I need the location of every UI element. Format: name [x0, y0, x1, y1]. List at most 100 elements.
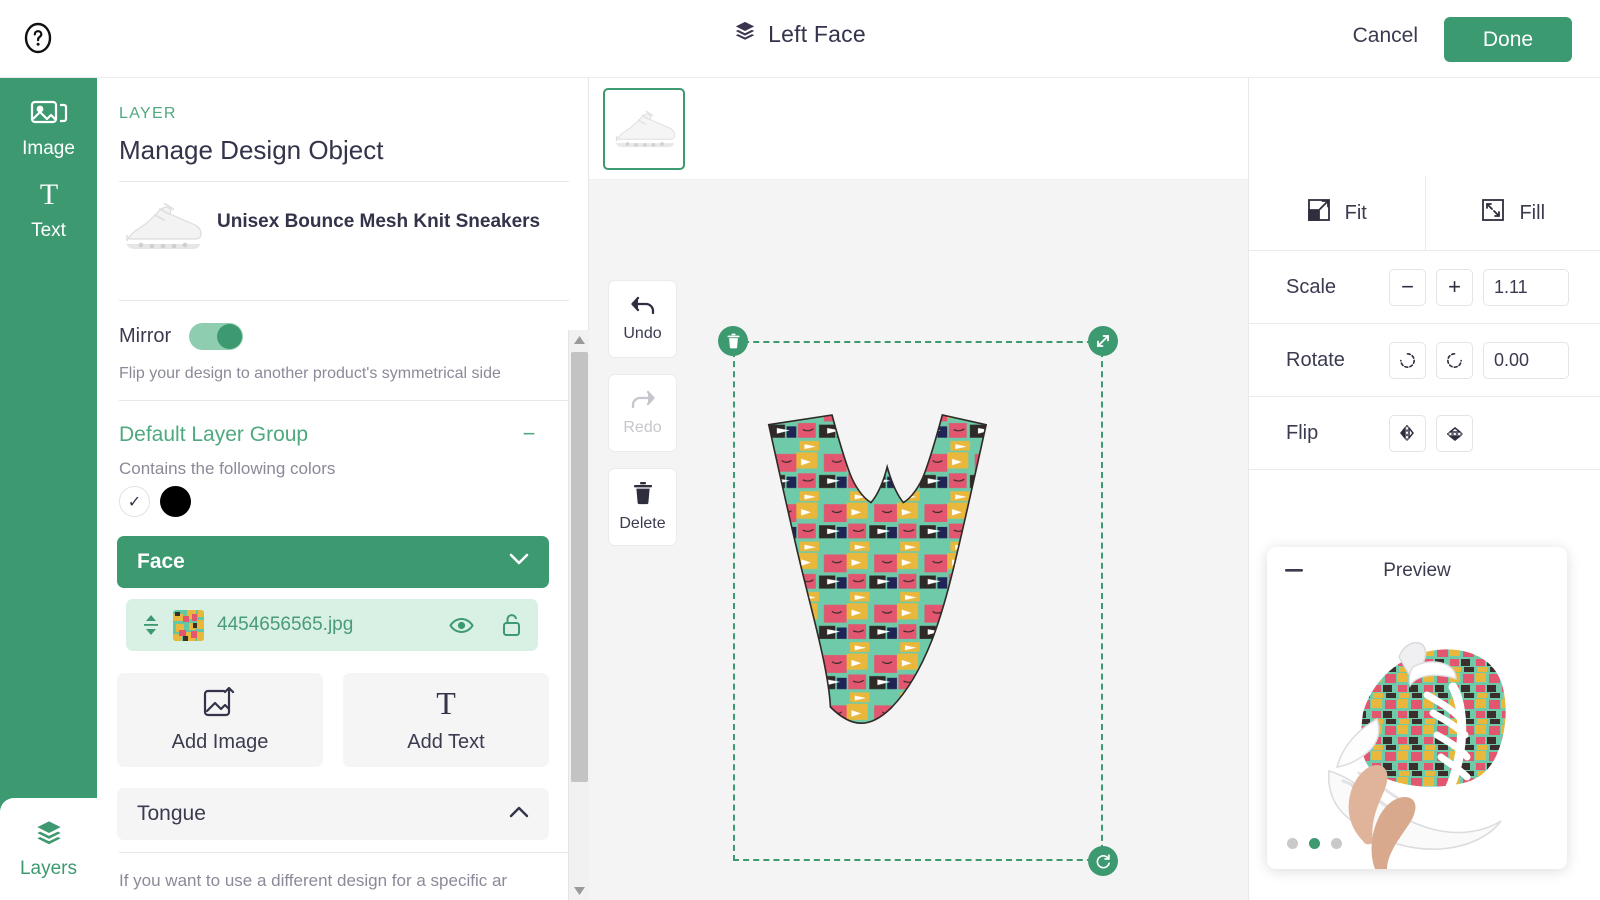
selection-rotate-handle[interactable] — [1088, 846, 1118, 876]
scrollbar-thumb[interactable] — [571, 352, 588, 782]
image-upload-icon — [203, 686, 237, 722]
product-summary: Unisex Bounce Mesh Knit Sneakers — [119, 193, 569, 288]
canvas-stage[interactable]: Undo Redo Delete — [589, 180, 1248, 900]
panel-scrollbar[interactable] — [568, 330, 589, 900]
design-editor-app: Left Face Cancel Done Image T Text Layer… — [0, 0, 1600, 900]
app-header: Left Face Cancel Done — [0, 0, 1600, 78]
add-text-label: Add Text — [407, 730, 485, 753]
minus-icon[interactable]: − — [517, 423, 541, 446]
product-title: Unisex Bounce Mesh Knit Sneakers — [217, 211, 541, 232]
properties-panel: Fit Fill Scale − + Rotate — [1248, 78, 1600, 900]
add-image-label: Add Image — [171, 730, 269, 753]
section-tongue-label: Tongue — [137, 802, 206, 825]
divider — [119, 852, 569, 853]
svg-text:T: T — [39, 178, 57, 210]
color-swatches: ✓ — [119, 486, 191, 517]
selection-resize-handle[interactable] — [1088, 326, 1118, 356]
rotate-cw-button[interactable] — [1436, 341, 1473, 379]
toggle-knob — [217, 324, 243, 349]
layer-list-item[interactable]: 4454656565.jpg — [126, 599, 538, 651]
panel-heading: Manage Design Object — [119, 135, 384, 165]
add-text-button[interactable]: T Add Text — [343, 673, 549, 767]
rail-label-text: Text — [31, 220, 66, 241]
flip-vertical-button[interactable] — [1436, 414, 1473, 452]
text-icon: T — [33, 178, 65, 215]
preview-header: Preview — [1267, 547, 1567, 595]
mirror-toggle[interactable] — [189, 323, 244, 350]
chevron-up-icon — [509, 805, 529, 823]
flip-row: Flip — [1249, 397, 1600, 470]
text-icon: T — [429, 685, 463, 722]
section-tongue[interactable]: Tongue — [117, 788, 549, 840]
reorder-updown-icon[interactable] — [142, 614, 160, 636]
rail-item-layers[interactable]: Layers — [0, 798, 97, 900]
rail-item-image[interactable]: Image — [0, 78, 97, 160]
cancel-button[interactable]: Cancel — [1353, 24, 1418, 48]
redo-button[interactable]: Redo — [608, 374, 677, 452]
fill-label: Fill — [1519, 201, 1546, 224]
undo-button[interactable]: Undo — [608, 280, 677, 358]
layer-group-subtitle: Contains the following colors — [119, 459, 336, 478]
done-button[interactable]: Done — [1444, 17, 1572, 62]
scale-increase-button[interactable]: + — [1436, 268, 1473, 306]
preview-card: Preview — [1267, 547, 1567, 869]
preview-dot[interactable] — [1287, 838, 1298, 849]
mirror-label: Mirror — [119, 325, 172, 347]
minus-icon[interactable] — [1281, 558, 1307, 584]
unlock-icon[interactable] — [501, 613, 522, 637]
layer-group-title: Default Layer Group — [119, 423, 309, 446]
selection-delete-handle[interactable] — [718, 326, 748, 356]
left-rail: Image T Text Layers — [0, 78, 97, 900]
rotate-input[interactable] — [1483, 341, 1569, 379]
scale-row: Scale − + — [1249, 251, 1600, 324]
add-image-button[interactable]: Add Image — [117, 673, 323, 767]
fit-icon — [1307, 198, 1331, 228]
view-thumbnail-strip — [589, 78, 1248, 180]
divider — [119, 181, 569, 182]
scale-input[interactable] — [1483, 268, 1569, 306]
section-face[interactable]: Face — [117, 536, 549, 588]
canvas-area: Undo Redo Delete — [589, 78, 1248, 900]
shoe-view-thumb[interactable] — [603, 87, 685, 170]
panel-kicker: LAYER — [119, 105, 177, 122]
rotate-label: Rotate — [1286, 348, 1345, 371]
delete-button[interactable]: Delete — [608, 468, 677, 546]
flip-horizontal-button[interactable] — [1389, 414, 1426, 452]
mirror-description: Flip your design to another product's sy… — [119, 365, 501, 382]
fit-label: Fit — [1344, 201, 1367, 224]
preview-dots — [1287, 838, 1342, 849]
fit-button[interactable]: Fit — [1249, 176, 1426, 251]
add-buttons-group: Add Image T Add Text — [117, 673, 549, 767]
preview-dot[interactable] — [1331, 838, 1342, 849]
check-icon[interactable]: ✓ — [119, 486, 150, 517]
undo-icon — [630, 295, 656, 318]
chevron-down-icon — [509, 553, 529, 571]
design-selection-box[interactable] — [718, 326, 1118, 876]
layers-icon — [34, 819, 64, 852]
eye-icon[interactable] — [449, 616, 474, 635]
redo-icon — [630, 389, 656, 412]
flip-label: Flip — [1286, 421, 1319, 444]
rail-item-text[interactable]: T Text — [0, 160, 97, 242]
trash-icon — [632, 481, 654, 508]
layer-panel: LAYER Manage Design Object Unisex Bounce… — [97, 78, 589, 900]
black-swatch[interactable] — [160, 486, 191, 517]
layer-thumbnail — [173, 609, 204, 641]
scale-decrease-button[interactable]: − — [1389, 268, 1426, 306]
preview-title: Preview — [1383, 560, 1451, 581]
hand-holding-sneaker-preview[interactable] — [1267, 595, 1567, 869]
rail-label-image: Image — [22, 138, 75, 159]
fill-button[interactable]: Fill — [1425, 176, 1600, 251]
sneaker-thumbnail — [119, 193, 205, 264]
svg-text:T: T — [436, 687, 456, 719]
shark-pattern-face-panel[interactable] — [735, 343, 1101, 859]
layers-icon — [734, 20, 756, 48]
scroll-up-icon[interactable] — [569, 330, 590, 349]
preview-dot[interactable] — [1309, 838, 1320, 849]
delete-label: Delete — [619, 515, 666, 532]
rail-label-layers: Layers — [19, 857, 78, 879]
rotate-ccw-button[interactable] — [1389, 341, 1426, 379]
scroll-down-icon[interactable] — [569, 881, 590, 900]
page-title: Left Face — [768, 20, 866, 47]
rotate-row: Rotate — [1249, 324, 1600, 397]
